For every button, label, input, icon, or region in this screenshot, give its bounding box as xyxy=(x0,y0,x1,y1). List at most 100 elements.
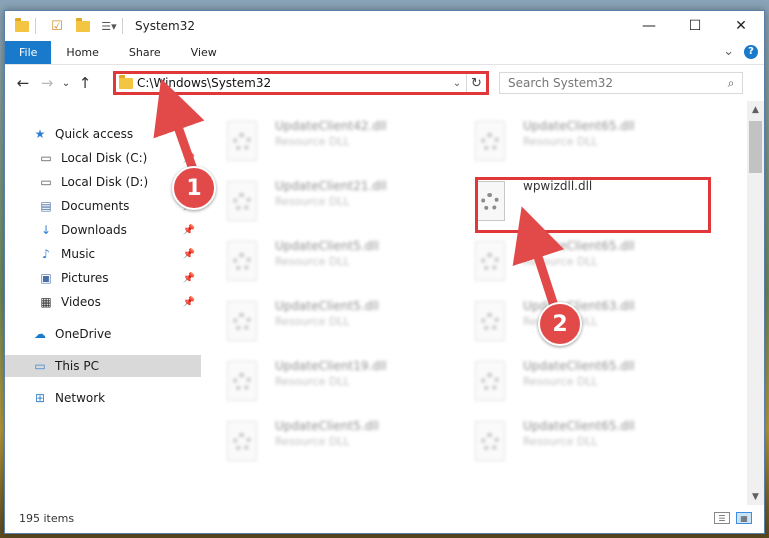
sidebar-item[interactable]: ▤Documents📌 xyxy=(5,195,201,217)
sidebar-item[interactable]: ▭ Local Disk (C:) 📌 xyxy=(5,147,201,169)
tab-view[interactable]: View xyxy=(176,41,232,64)
close-button[interactable]: ✕ xyxy=(718,11,764,41)
sidebar-item[interactable]: ▭ This PC xyxy=(5,355,201,377)
dll-file-icon xyxy=(473,301,509,345)
file-type: Resource DLL xyxy=(275,255,350,268)
large-icons-view-icon[interactable]: ▦ xyxy=(736,512,752,524)
dll-file-icon xyxy=(473,121,509,165)
file-meta: UpdateClient5.dll Resource DLL xyxy=(275,419,379,448)
file-meta: UpdateClient5.dll Resource DLL xyxy=(275,239,379,268)
sidebar-item-label: Downloads xyxy=(61,223,127,237)
address-dropdown-icon[interactable]: ⌄ xyxy=(448,78,466,89)
scroll-up-icon[interactable]: ▲ xyxy=(747,101,764,118)
sidebar-item-label: Documents xyxy=(61,199,130,213)
sidebar-item-label: OneDrive xyxy=(55,327,112,341)
file-type: Resource DLL xyxy=(523,435,598,448)
file-item[interactable]: UpdateClient65.dll Resource DLL xyxy=(451,235,687,293)
tab-home[interactable]: Home xyxy=(51,41,113,64)
tab-share[interactable]: Share xyxy=(114,41,176,64)
file-name: UpdateClient65.dll xyxy=(523,239,635,253)
status-bar: 195 items ☰ ▦ xyxy=(5,503,764,533)
file-name: UpdateClient5.dll xyxy=(275,299,379,313)
sidebar-item[interactable]: ▦ Videos 📌 xyxy=(5,291,201,313)
download-icon: ↓ xyxy=(40,223,52,237)
pin-icon[interactable]: 📌 xyxy=(183,273,195,284)
ribbon-right: ⌄ ? xyxy=(723,44,758,59)
sidebar-item-label: Network xyxy=(55,391,106,405)
file-item[interactable]: UpdateClient5.dll Resource DLL xyxy=(203,235,439,293)
file-item[interactable]: UpdateClient65.dll Resource DLL xyxy=(451,415,687,473)
forward-button[interactable]: → xyxy=(35,74,59,92)
customize-toolbar-icon[interactable]: ☰▾ xyxy=(100,17,118,35)
sidebar-item[interactable]: ⊞ Network xyxy=(5,387,201,409)
folder-icon xyxy=(119,74,133,89)
file-type: Resource DLL xyxy=(275,435,350,448)
item-count: 195 items xyxy=(19,511,75,525)
file-meta: UpdateClient65.dll Resource DLL xyxy=(523,119,635,148)
minimize-button[interactable]: — xyxy=(626,11,672,41)
properties-icon[interactable]: ☑ xyxy=(48,17,66,35)
step-1-badge: 1 xyxy=(172,166,216,210)
pin-icon[interactable]: 📌 xyxy=(183,225,195,236)
file-name: UpdateClient63.dll xyxy=(523,299,635,313)
file-item[interactable]: UpdateClient5.dll Resource DLL xyxy=(203,295,439,353)
navigation-bar: ← → ⌄ ↑ C:\Windows\System32 ⌄ ↻ ⌕ xyxy=(5,65,764,101)
file-item[interactable]: UpdateClient21.dll Resource DLL xyxy=(203,175,439,233)
file-item[interactable]: UpdateClient42.dll Resource DLL xyxy=(203,115,439,173)
file-item[interactable]: UpdateClient65.dll Resource DLL xyxy=(451,115,687,173)
details-view-icon[interactable]: ☰ xyxy=(714,512,730,524)
ribbon-tabs: File Home Share View ⌄ ? xyxy=(5,41,764,65)
sidebar-item-label: Pictures xyxy=(61,271,109,285)
address-path[interactable]: C:\Windows\System32 xyxy=(137,76,448,90)
sidebar-item[interactable]: ▣ Pictures 📌 xyxy=(5,267,201,289)
sidebar-item[interactable]: ★ Quick access xyxy=(5,123,201,145)
sidebar-item[interactable]: ☁ OneDrive xyxy=(5,323,201,345)
sidebar-item-label: Quick access xyxy=(55,127,134,141)
file-list: UpdateClient42.dll Resource DLL UpdateClie… xyxy=(203,101,735,505)
dll-file-icon xyxy=(225,181,261,225)
search-input[interactable] xyxy=(500,76,720,90)
drive-icon: ▭ xyxy=(40,151,52,165)
star-icon: ★ xyxy=(34,127,46,141)
drive-icon: ▭ xyxy=(40,175,52,189)
address-bar[interactable]: C:\Windows\System32 ⌄ ↻ xyxy=(113,71,489,95)
file-item[interactable]: UpdateClient5.dll Resource DLL xyxy=(203,415,439,473)
maximize-button[interactable]: ☐ xyxy=(672,11,718,41)
recent-locations-button[interactable]: ⌄ xyxy=(59,78,73,89)
file-item[interactable]: UpdateClient65.dll Resource DLL xyxy=(451,355,687,413)
help-icon[interactable]: ? xyxy=(744,44,758,59)
cloud-icon: ☁ xyxy=(34,327,46,341)
tab-file[interactable]: File xyxy=(5,41,52,64)
file-type: Resource DLL xyxy=(275,315,350,328)
sidebar-item-label: This PC xyxy=(55,359,99,373)
file-name: UpdateClient42.dll xyxy=(275,119,387,133)
new-folder-icon[interactable] xyxy=(74,17,92,35)
back-button[interactable]: ← xyxy=(11,74,35,92)
refresh-icon[interactable]: ↻ xyxy=(466,74,486,92)
sidebar-item-label: Music xyxy=(61,247,96,261)
file-name: UpdateClient65.dll xyxy=(523,119,635,133)
sidebar-item[interactable]: ↓ Downloads 📌 xyxy=(5,219,201,241)
file-meta: UpdateClient19.dll Resource DLL xyxy=(275,359,387,388)
pin-icon[interactable]: 📌 xyxy=(183,297,195,308)
divider xyxy=(35,18,36,34)
expand-ribbon-icon[interactable]: ⌄ xyxy=(723,44,734,59)
pin-icon[interactable]: 📌 xyxy=(183,153,195,164)
vertical-scrollbar[interactable]: ▲ ▼ xyxy=(747,101,764,505)
file-name: UpdateClient65.dll xyxy=(523,419,635,433)
file-meta: UpdateClient5.dll Resource DLL xyxy=(275,299,379,328)
up-button[interactable]: ↑ xyxy=(73,74,97,92)
scroll-thumb[interactable] xyxy=(749,121,762,173)
sidebar-item[interactable]: ♪ Music 📌 xyxy=(5,243,201,265)
window-title: System32 xyxy=(135,19,196,33)
pin-icon[interactable]: 📌 xyxy=(183,249,195,260)
sidebar-item-label: Local Disk (D:) xyxy=(61,175,149,189)
dll-file-icon xyxy=(225,301,261,345)
file-meta: UpdateClient42.dll Resource DLL xyxy=(275,119,387,148)
search-box[interactable]: ⌕ xyxy=(499,72,743,94)
picture-icon: ▣ xyxy=(40,271,52,285)
folder-icon[interactable] xyxy=(13,17,31,35)
navigation-pane: ★ Quick access ▭ Local Disk (C:) 📌 ▭ Local Dis… xyxy=(5,101,201,505)
search-icon[interactable]: ⌕ xyxy=(720,76,742,91)
file-item[interactable]: UpdateClient19.dll Resource DLL xyxy=(203,355,439,413)
